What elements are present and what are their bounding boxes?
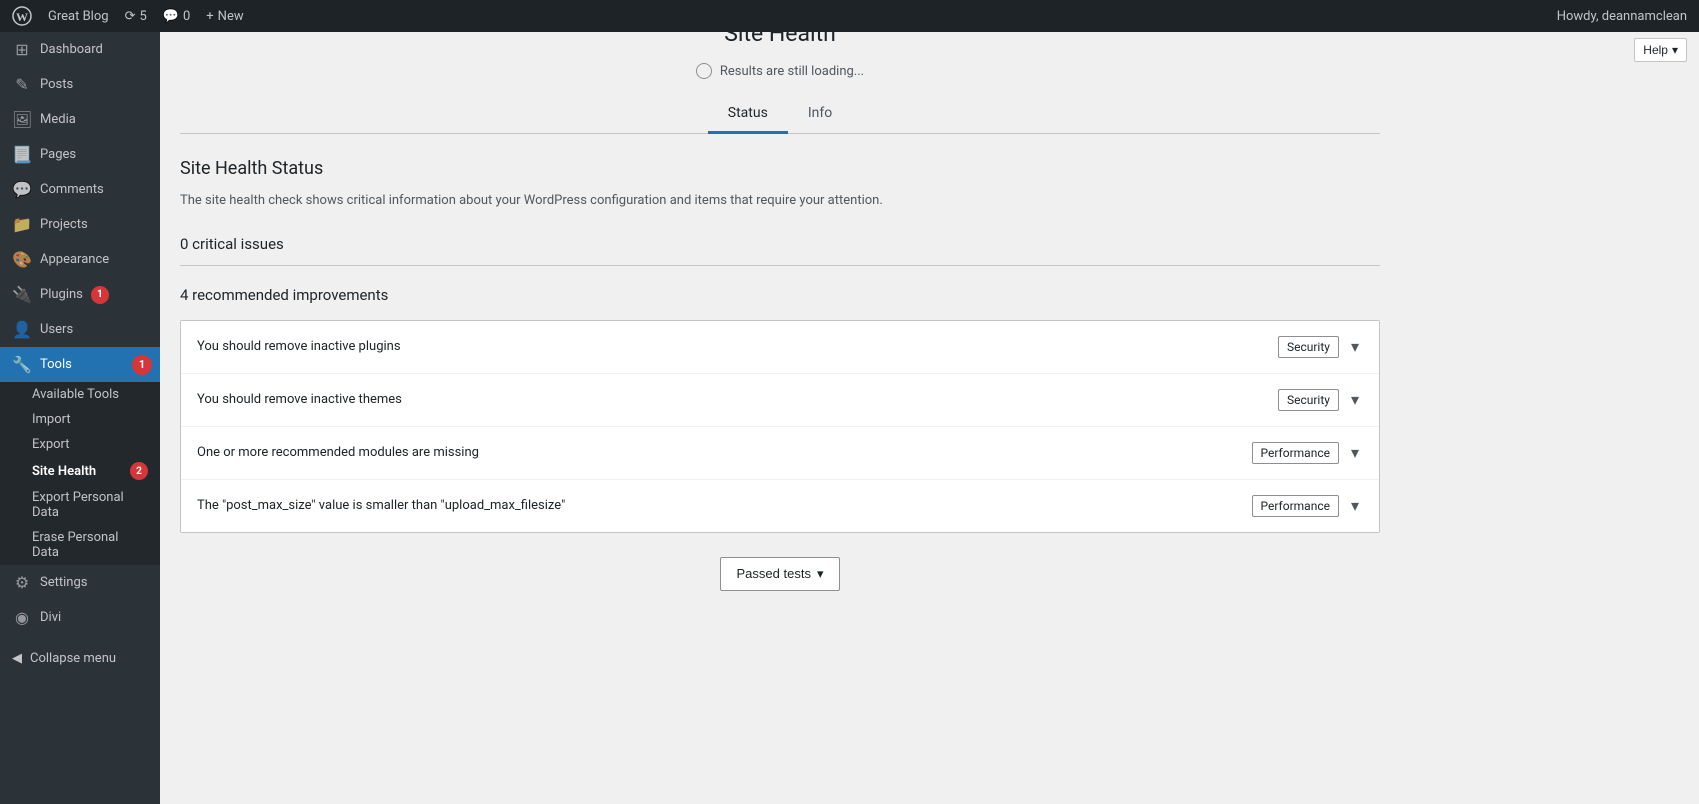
critical-issues-count: 0 critical issues: [180, 235, 1380, 266]
issue-label-missing-modules: One or more recommended modules are miss…: [197, 445, 479, 460]
pages-icon: 📃: [12, 145, 32, 164]
appearance-icon: 🎨: [12, 250, 32, 269]
section-title: Site Health Status: [180, 158, 1380, 179]
expand-inactive-themes[interactable]: ▾: [1347, 388, 1363, 412]
plugins-icon: 🔌: [12, 285, 32, 304]
tag-security-2: Security: [1278, 389, 1339, 411]
media-icon: 🖼: [12, 110, 32, 129]
section-desc: The site health check shows critical inf…: [180, 191, 1380, 211]
issue-item-inactive-plugins: You should remove inactive plugins Secur…: [181, 321, 1379, 374]
improvements-list: You should remove inactive plugins Secur…: [180, 320, 1380, 533]
tab-status[interactable]: Status: [708, 95, 788, 134]
projects-icon: 📁: [12, 215, 32, 234]
adminbar-new[interactable]: + New: [206, 9, 243, 24]
expand-missing-modules[interactable]: ▾: [1347, 441, 1363, 465]
comments-icon: 💬: [12, 180, 32, 199]
dashboard-icon: ⊞: [12, 40, 32, 59]
issue-label-post-max-size: The "post_max_size" value is smaller tha…: [197, 498, 565, 513]
submenu-export[interactable]: Export: [0, 432, 160, 457]
submenu-export-personal-data[interactable]: Export Personal Data: [0, 485, 160, 525]
loading-circle-icon: [696, 63, 712, 79]
status-content: Site Health Status The site health check…: [180, 134, 1380, 615]
tabs: Status Info: [180, 95, 1380, 134]
loading-indicator: Results are still loading...: [180, 63, 1380, 79]
tools-icon: 🔧: [12, 355, 32, 374]
sidebar-item-tools[interactable]: 🔧 Tools 1: [0, 347, 160, 382]
divi-icon: ◉: [12, 608, 32, 627]
tag-performance-2: Performance: [1252, 495, 1339, 517]
plugins-badge: 1: [91, 286, 109, 304]
sidebar-item-users[interactable]: 👤 Users: [0, 312, 160, 347]
sidebar-item-dashboard[interactable]: ⊞ Dashboard: [0, 32, 160, 67]
adminbar-site-name[interactable]: Great Blog: [48, 9, 109, 24]
sidebar-item-posts[interactable]: ✎ Posts: [0, 67, 160, 102]
issue-item-inactive-themes: You should remove inactive themes Securi…: [181, 374, 1379, 427]
submenu-erase-personal-data[interactable]: Erase Personal Data: [0, 525, 160, 565]
main-content: Site Health Results are still loading...…: [160, 0, 1699, 772]
improvements-count: 4 recommended improvements: [180, 286, 1380, 304]
sidebar-item-pages[interactable]: 📃 Pages: [0, 137, 160, 172]
adminbar-comments[interactable]: 💬 0: [163, 9, 191, 24]
issue-label-inactive-themes: You should remove inactive themes: [197, 392, 402, 407]
adminbar-user[interactable]: Howdy, deannamclean: [1557, 9, 1687, 24]
tools-submenu: Available Tools Import Export Site Healt…: [0, 382, 160, 565]
collapse-icon: ◀: [12, 651, 22, 666]
tab-info[interactable]: Info: [788, 95, 852, 134]
collapse-menu-button[interactable]: ◀ Collapse menu: [0, 643, 160, 674]
sidebar-item-settings[interactable]: ⚙ Settings: [0, 565, 160, 600]
passed-tests-chevron-icon: ▾: [817, 566, 824, 582]
submenu-available-tools[interactable]: Available Tools: [0, 382, 160, 407]
settings-icon: ⚙: [12, 573, 32, 592]
tools-badge: 1: [132, 355, 152, 375]
admin-bar: W Great Blog ⟳ 5 💬 0 + New Howdy, deanna…: [0, 0, 1699, 32]
expand-inactive-plugins[interactable]: ▾: [1347, 335, 1363, 359]
adminbar-updates[interactable]: ⟳ 5: [125, 9, 147, 24]
sidebar-item-comments[interactable]: 💬 Comments: [0, 172, 160, 207]
sidebar-item-media[interactable]: 🖼 Media: [0, 102, 160, 137]
sidebar-item-divi[interactable]: ◉ Divi: [0, 600, 160, 635]
help-button[interactable]: Help ▾: [1634, 38, 1687, 62]
tag-security-1: Security: [1278, 336, 1339, 358]
submenu-site-health[interactable]: Site Health 2: [0, 457, 160, 485]
sidebar-item-plugins[interactable]: 🔌 Plugins 1: [0, 277, 160, 312]
issue-label-inactive-plugins: You should remove inactive plugins: [197, 339, 401, 354]
submenu-import[interactable]: Import: [0, 407, 160, 432]
issue-item-missing-modules: One or more recommended modules are miss…: [181, 427, 1379, 480]
expand-post-max-size[interactable]: ▾: [1347, 494, 1363, 518]
svg-text:W: W: [16, 10, 28, 24]
posts-icon: ✎: [12, 75, 32, 94]
sidebar-item-appearance[interactable]: 🎨 Appearance: [0, 242, 160, 277]
site-health-badge: 2: [130, 462, 148, 480]
passed-tests-section: Passed tests ▾: [180, 557, 1380, 591]
tag-performance-1: Performance: [1252, 442, 1339, 464]
sidebar-item-projects[interactable]: 📁 Projects: [0, 207, 160, 242]
users-icon: 👤: [12, 320, 32, 339]
passed-tests-button[interactable]: Passed tests ▾: [720, 557, 841, 591]
wp-logo[interactable]: W: [12, 6, 32, 26]
issue-item-post-max-size: The "post_max_size" value is smaller tha…: [181, 480, 1379, 532]
sidebar: ⊞ Dashboard ✎ Posts 🖼 Media 📃 Pages 💬 Co…: [0, 32, 160, 804]
